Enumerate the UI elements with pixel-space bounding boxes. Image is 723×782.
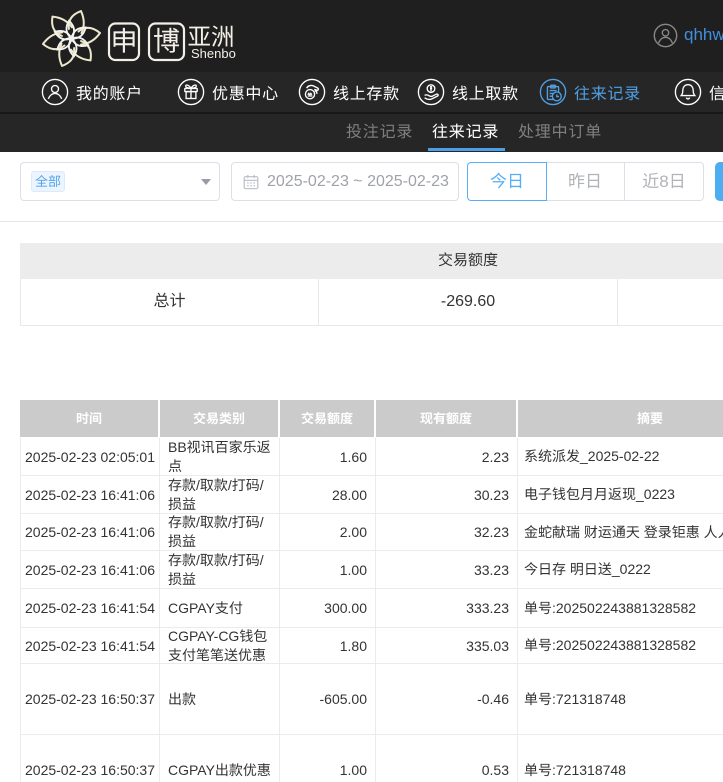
svg-text:申: 申 xyxy=(111,20,138,59)
svg-text:博: 博 xyxy=(153,20,180,59)
svg-text:Shenbo: Shenbo xyxy=(191,46,236,61)
